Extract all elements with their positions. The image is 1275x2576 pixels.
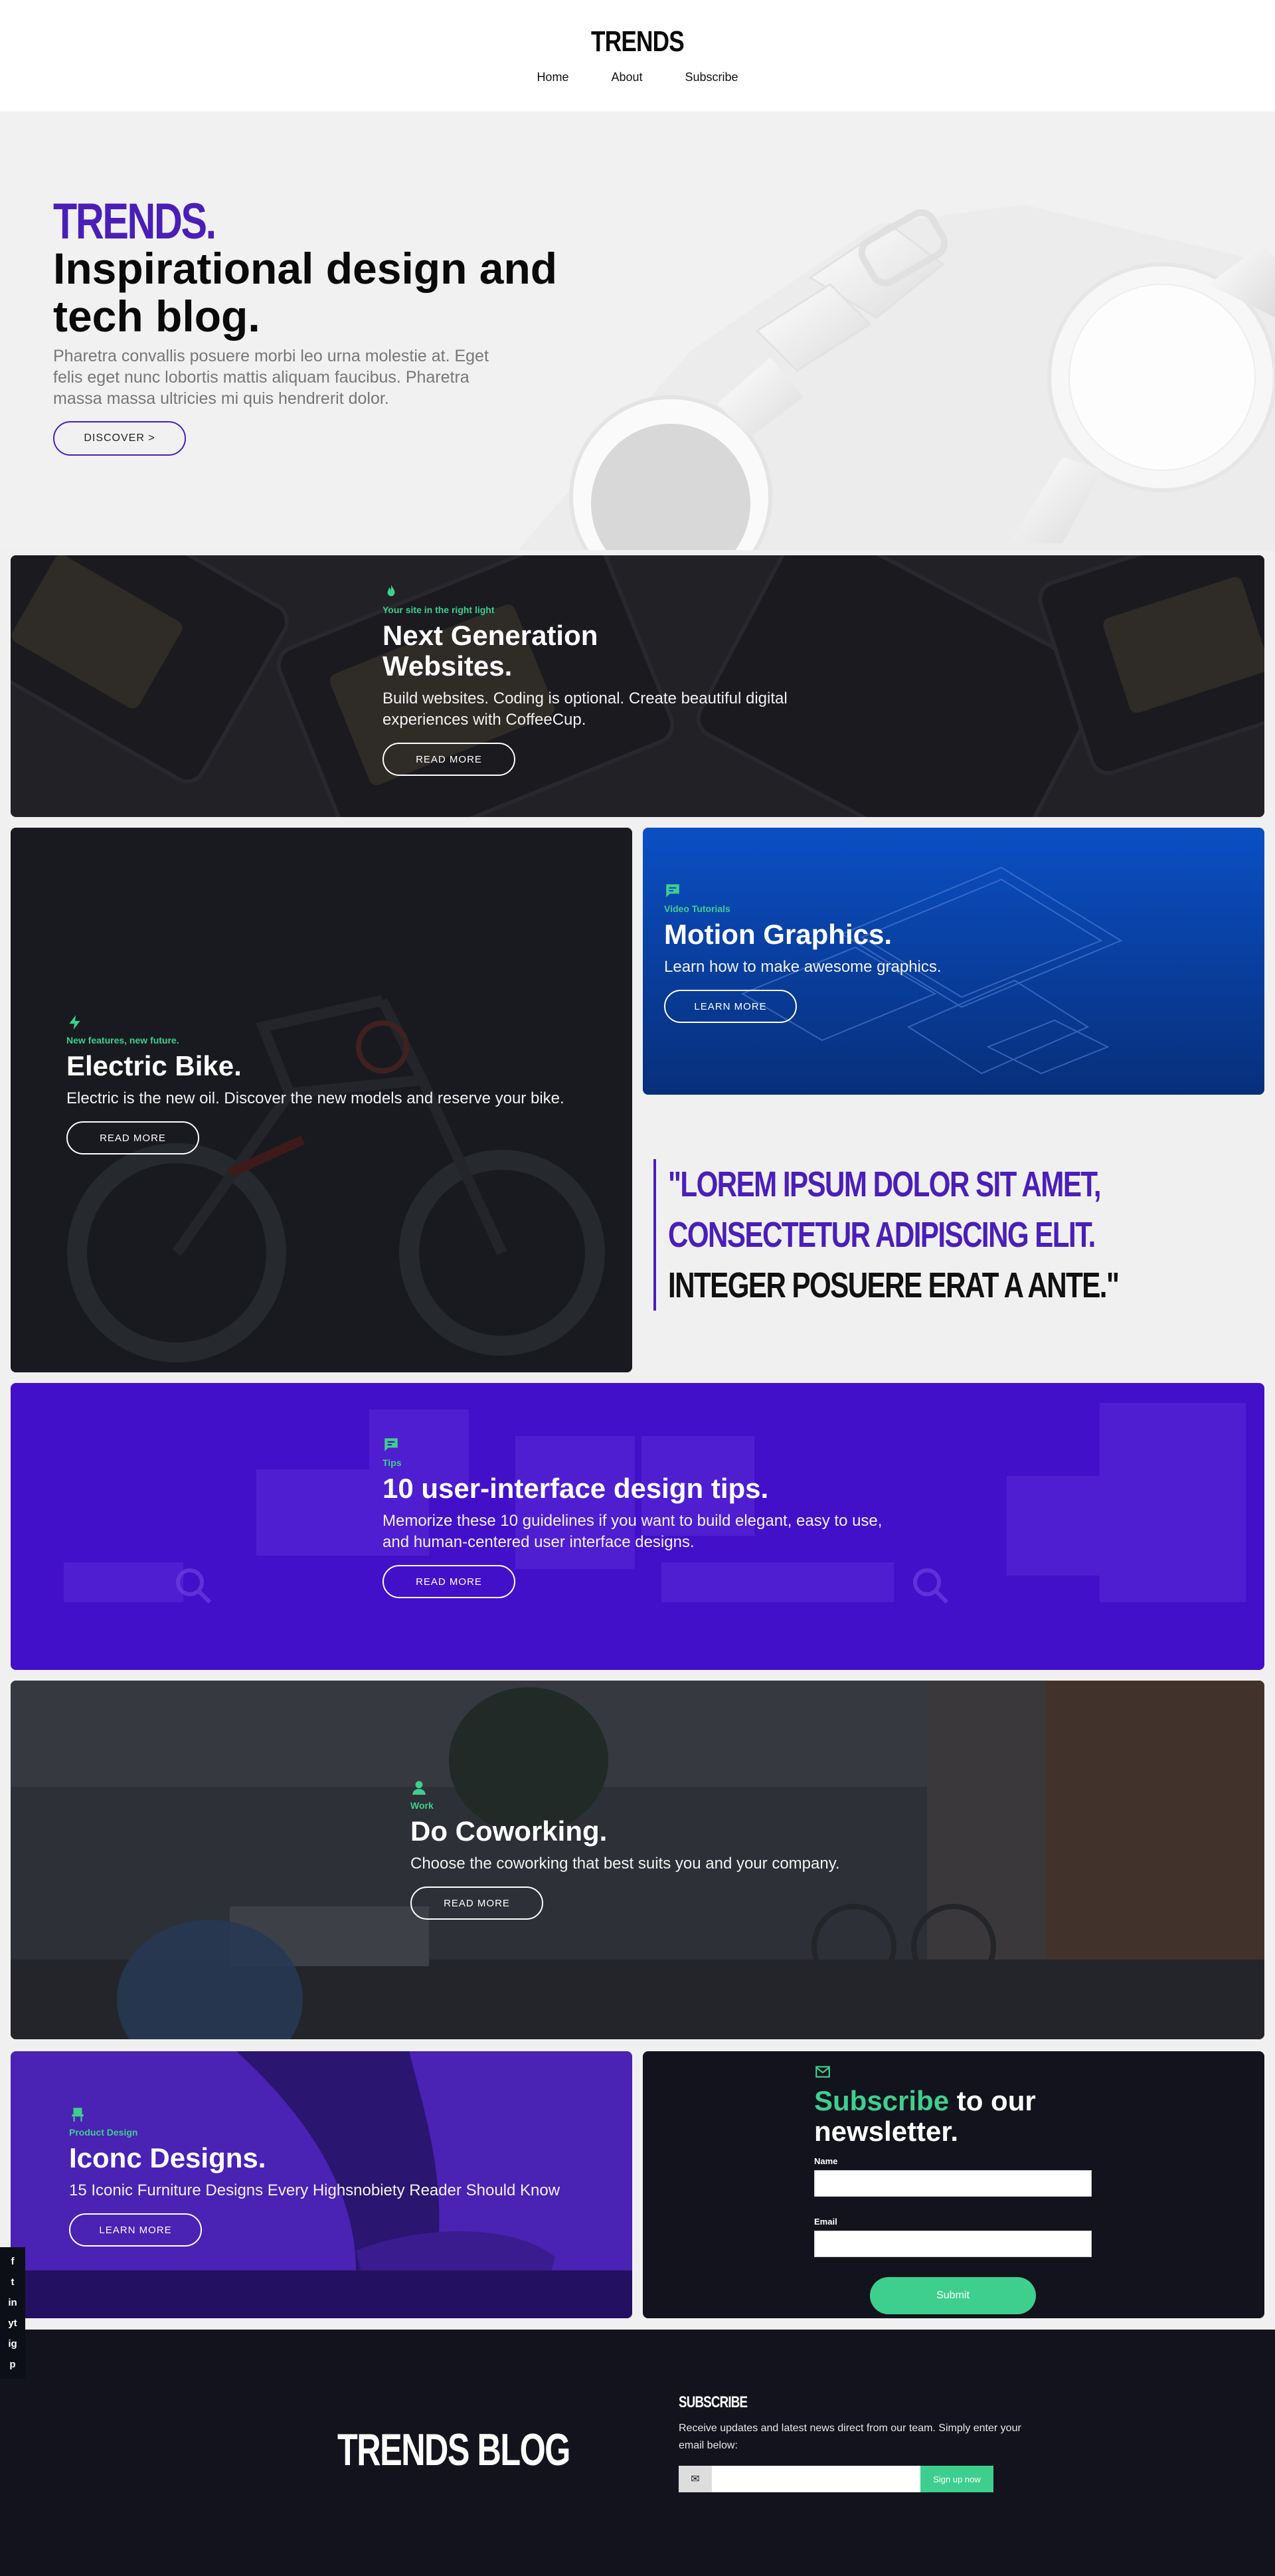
discover-button[interactable]: DISCOVER >: [53, 421, 186, 456]
smartwatch-image: [518, 205, 1275, 550]
card-tips-text: Memorize these 10 guidelines if you want…: [382, 1512, 883, 1551]
card-cowork[interactable]: Work Do Coworking. Choose the coworking …: [11, 1681, 1264, 2039]
user-icon: [412, 1781, 426, 1795]
card-tips[interactable]: Tips 10 user-interface design tips. Memo…: [11, 1383, 1264, 1670]
card-iconic-text: 15 Iconic Furniture Designs Every Highsn…: [69, 2181, 560, 2199]
nav-home[interactable]: Home: [537, 70, 568, 84]
pinterest-icon[interactable]: p: [9, 2359, 15, 2371]
card-cowork-text: Choose the coworking that best suits you…: [410, 1855, 840, 1873]
chat-icon: [384, 1438, 398, 1451]
card-motion-eyebrow: Video Tutorials: [664, 903, 730, 914]
flame-icon: [387, 585, 395, 597]
card-iconic-button[interactable]: LEARN MORE: [69, 2213, 202, 2247]
submit-button[interactable]: Submit: [870, 2277, 1036, 2314]
nav-about[interactable]: About: [611, 70, 642, 84]
social-bar: f t in yt ig p: [0, 2247, 25, 2379]
card-cowork-button[interactable]: READ MORE: [410, 1886, 543, 1920]
newsletter-title-highlight: Subscribe: [814, 2085, 950, 2116]
card-iconic[interactable]: Product Design Iconc Designs. 15 Iconic …: [11, 2051, 632, 2318]
newsletter-content: Subscribe to our newsletter. Name Email …: [814, 2063, 1106, 2314]
card-motion-button[interactable]: LEARN MORE: [664, 990, 797, 1023]
card-cowork-content: Work Do Coworking. Choose the coworking …: [410, 1779, 915, 1920]
card-iconic-title: Iconc Designs.: [69, 2142, 266, 2173]
card-motion-content: Video Tutorials Motion Graphics. Learn h…: [664, 882, 1129, 1023]
card-tips-button[interactable]: READ MORE: [382, 1565, 515, 1598]
site-footer: TRENDS BLOG SUBSCRIBE Receive updates an…: [0, 2330, 1275, 2576]
card-websites-title: Next Generation Websites.: [382, 620, 598, 682]
card-iconic-eyebrow: Product Design: [69, 2127, 138, 2138]
bolt-icon: [69, 1015, 80, 1030]
name-label: Name: [814, 2156, 838, 2166]
footer-subscribe-form: ✉ Sign up now: [679, 2466, 993, 2492]
card-motion-text: Learn how to make awesome graphics.: [664, 958, 942, 976]
hero-brand: TRENDS.: [53, 193, 216, 250]
card-tips-title: 10 user-interface design tips.: [382, 1473, 769, 1504]
card-websites-eyebrow: Your site in the right light: [382, 604, 495, 615]
sign-up-button[interactable]: Sign up now: [920, 2466, 993, 2492]
pull-quote-rest: Integer posuere erat a ante.": [668, 1265, 1120, 1305]
footer-email-input[interactable]: [712, 2466, 920, 2492]
footer-subscribe-text: Receive updates and latest news direct f…: [679, 2423, 1021, 2451]
chair-icon: [72, 2108, 84, 2122]
pull-quote-highlight: "Lorem ipsum dolor sit amet, consectetur…: [668, 1164, 1102, 1255]
footer-subscribe-heading: SUBSCRIBE: [679, 2393, 748, 2411]
site-header: TRENDS Home About Subscribe: [0, 0, 1275, 112]
card-bike-text: Electric is the new oil. Discover the ne…: [66, 1089, 564, 1107]
newsletter-form: Name Email Submit: [814, 2156, 1106, 2314]
mail-icon: ✉: [679, 2466, 712, 2492]
card-bike-button[interactable]: READ MORE: [66, 1121, 199, 1154]
newsletter-card: Subscribe to our newsletter. Name Email …: [643, 2051, 1264, 2318]
facebook-icon[interactable]: f: [11, 2256, 15, 2268]
hero-title: Inspirational design and tech blog.: [53, 244, 558, 341]
name-field[interactable]: [814, 2170, 1092, 2197]
email-field[interactable]: [814, 2231, 1092, 2257]
nav-subscribe[interactable]: Subscribe: [685, 70, 738, 84]
card-tips-content: Tips 10 user-interface design tips. Memo…: [382, 1436, 900, 1598]
card-bike[interactable]: New features, new future. Electric Bike.…: [11, 828, 632, 1372]
hero-text: Pharetra convallis posuere morbi leo urn…: [53, 347, 489, 408]
card-cowork-eyebrow: Work: [410, 1800, 434, 1811]
email-label: Email: [814, 2217, 837, 2227]
card-bike-content: New features, new future. Electric Bike.…: [66, 1014, 584, 1154]
hero-section: TRENDS. Inspirational design and tech bl…: [0, 112, 1275, 550]
site-logo[interactable]: TRENDS: [128, 25, 1148, 58]
instagram-icon[interactable]: ig: [8, 2338, 17, 2350]
card-tips-eyebrow: Tips: [382, 1457, 402, 1468]
youtube-icon[interactable]: yt: [8, 2318, 17, 2330]
card-motion-title: Motion Graphics.: [664, 919, 892, 950]
card-websites-text: Build websites. Coding is optional. Crea…: [382, 690, 788, 729]
card-bike-title: Electric Bike.: [66, 1050, 242, 1081]
card-cowork-title: Do Coworking.: [410, 1815, 608, 1847]
footer-logo[interactable]: TRENDS BLOG: [337, 2424, 570, 2476]
pull-quote: "Lorem ipsum dolor sit amet, consectetur…: [653, 1159, 1198, 1311]
card-motion[interactable]: Video Tutorials Motion Graphics. Learn h…: [643, 828, 1264, 1095]
linkedin-icon[interactable]: in: [8, 2297, 17, 2309]
card-bike-eyebrow: New features, new future.: [66, 1035, 179, 1046]
newsletter-title: Subscribe to our newsletter.: [814, 2086, 1106, 2147]
card-websites-button[interactable]: READ MORE: [382, 743, 515, 776]
card-iconic-content: Product Design Iconc Designs. 15 Iconic …: [69, 2106, 600, 2247]
main-nav: Home About Subscribe: [0, 70, 1275, 84]
card-websites[interactable]: Your site in the right light Next Genera…: [11, 555, 1264, 817]
envelope-icon: [815, 2066, 830, 2078]
card-websites-content: Your site in the right light Next Genera…: [382, 583, 821, 776]
chat-icon: [666, 884, 679, 897]
twitter-icon[interactable]: t: [11, 2276, 15, 2288]
